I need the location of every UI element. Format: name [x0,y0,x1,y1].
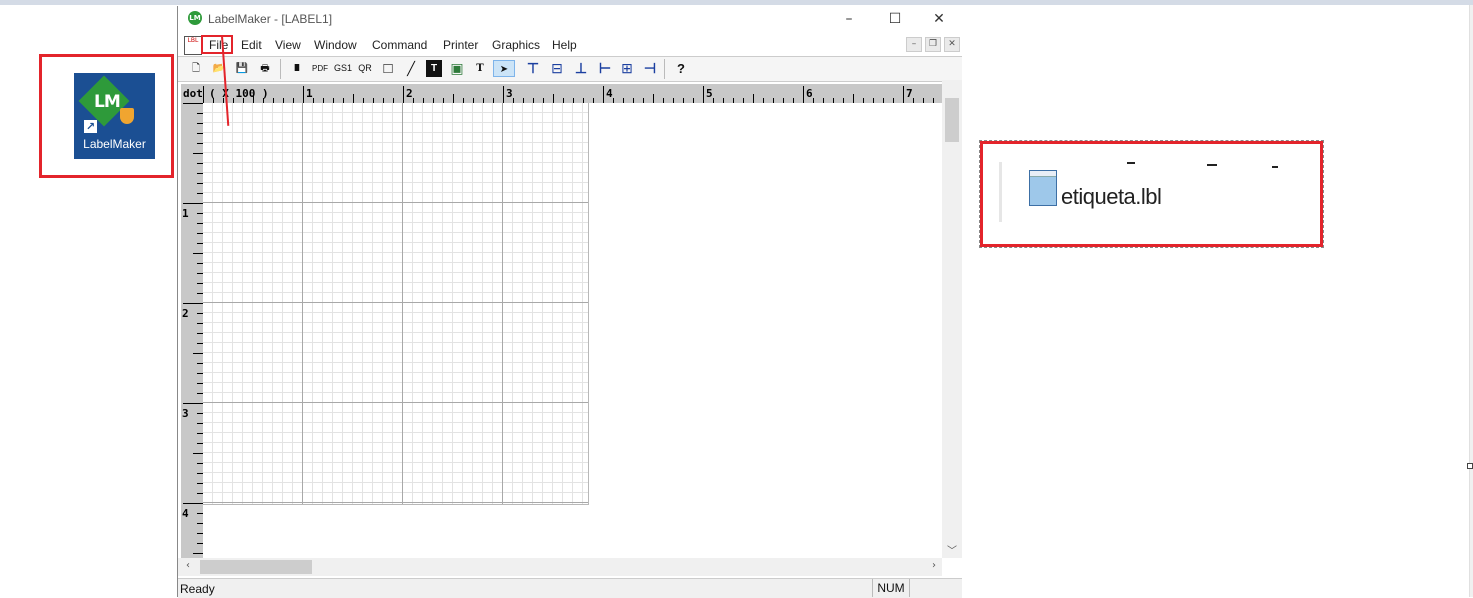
ruler-v-mark: 3 [182,407,189,420]
artifact-dash [1207,164,1217,166]
status-bar: Ready NUM [178,578,962,598]
text-box-tool[interactable]: T [426,60,442,77]
resize-handle[interactable] [1467,463,1473,469]
barcode-tool[interactable]: IIIII [286,60,306,77]
menu-edit[interactable]: Edit [241,38,262,52]
app-logo-text: LM [94,92,121,112]
scroll-down-arrow-icon[interactable]: ﹀ [944,542,960,557]
pointer-tool[interactable]: ➤ [493,60,515,77]
file-menu-highlight [201,35,233,54]
status-ready: Ready [180,582,215,596]
align-right-tool[interactable]: ⊣ [641,60,659,77]
ruler-h-mark: 3 [506,87,513,100]
file-name: etiqueta.lbl [1061,184,1162,209]
horizontal-ruler: dot ( X 100 ) 1 2 3 4 5 6 7 [181,84,942,103]
toolbar-separator [280,59,281,79]
menu-bar: LBL File Edit View Window Command Printe… [178,35,962,56]
menu-view[interactable]: View [275,38,301,52]
save-icon[interactable]: 💾 [234,60,250,77]
menu-help[interactable]: Help [552,38,577,52]
shortcut-arrow-icon: ↗ [84,120,97,133]
ruler-h-mark: 6 [806,87,813,100]
shield-icon [120,108,134,124]
file-icon-header [1030,171,1056,177]
side-panel-edge [1469,5,1473,597]
ruler-h-mark: 7 [906,87,913,100]
labelmaker-desktop-shortcut[interactable]: LM ↗ LabelMaker [74,73,155,159]
vertical-scroll-thumb[interactable] [945,98,959,142]
print-icon[interactable]: 🖶 [256,60,274,77]
align-middle-tool[interactable]: ⊟ [548,60,566,77]
close-button[interactable]: ✕ [916,6,962,32]
mdi-restore-button[interactable]: ❐ [925,37,941,52]
maximize-button[interactable]: ☐ [872,6,918,32]
gs1-tool[interactable]: GS1 [332,60,354,77]
file-item-edge [999,162,1002,222]
ruler-h-mark: 2 [406,87,413,100]
menu-graphics[interactable]: Graphics [492,38,540,52]
mdi-close-button[interactable]: ✕ [944,37,960,52]
menu-window[interactable]: Window [314,38,357,52]
shortcut-label: LabelMaker [83,137,146,151]
ruler-h-mark: 4 [606,87,613,100]
align-top-tool[interactable]: ⊤ [524,60,542,77]
file-highlight-frame: etiqueta.lbl [979,140,1324,248]
vertical-ruler: 1 2 3 4 [181,103,203,558]
label-canvas[interactable] [203,103,942,558]
ruler-h-mark: 5 [706,87,713,100]
ruler-ticks [203,86,934,103]
lbl-file-icon [1029,170,1057,206]
title-bar[interactable]: LM LabelMaker - [LABEL1] – ☐ ✕ [178,6,962,32]
horizontal-scrollbar[interactable]: ‹ › [178,558,942,576]
label-grid[interactable] [203,103,589,505]
help-icon[interactable]: ? [673,60,689,77]
ruler-v-mark: 1 [182,207,189,220]
window-title: LabelMaker - [LABEL1] [208,12,333,26]
align-center-tool[interactable]: ⊞ [618,60,636,77]
rectangle-tool[interactable]: □ [380,60,396,77]
qr-tool[interactable]: QR [356,60,374,77]
screen-top-border [0,0,1473,5]
ruler-v-mark: 2 [182,307,189,320]
document-icon[interactable]: LBL [184,36,202,55]
toolbar-separator [664,59,665,79]
align-left-tool[interactable]: ⊢ [596,60,614,77]
artifact-dash [1127,162,1135,164]
status-num-lock: NUM [872,579,910,597]
minimize-button[interactable]: – [826,6,872,32]
ruler-scale-label: ( X 100 ) [209,87,269,100]
align-bottom-tool[interactable]: ⊥ [572,60,590,77]
labelmaker-window: LM LabelMaker - [LABEL1] – ☐ ✕ LBL File … [177,6,962,598]
ruler-unit-label: dot [183,87,203,100]
mdi-minimize-button[interactable]: – [906,37,922,52]
text-tool[interactable]: T [473,60,487,77]
scroll-right-arrow-icon[interactable]: › [926,560,942,571]
artifact-dash [1272,166,1278,168]
scroll-left-arrow-icon[interactable]: ‹ [180,560,196,571]
menu-command[interactable]: Command [372,38,427,52]
line-tool[interactable]: ╱ [402,60,420,77]
menu-printer[interactable]: Printer [443,38,478,52]
ruler-ticks [183,103,203,554]
app-icon: LM [188,11,202,25]
pdf417-tool[interactable]: PDF [310,60,330,77]
ruler-v-mark: 4 [182,507,189,520]
toolbar: 🗋 📂 💾 🖶 IIIII PDF GS1 QR □ ╱ T ▣ T ➤ ⊤ ⊟… [178,56,962,82]
ruler-h-mark: 1 [306,87,313,100]
vertical-scrollbar[interactable]: ﹀ [942,80,962,558]
horizontal-scroll-thumb[interactable] [200,560,312,574]
file-item[interactable]: etiqueta.lbl [987,148,1316,240]
image-tool[interactable]: ▣ [449,60,465,77]
new-icon[interactable]: 🗋 [188,60,204,77]
